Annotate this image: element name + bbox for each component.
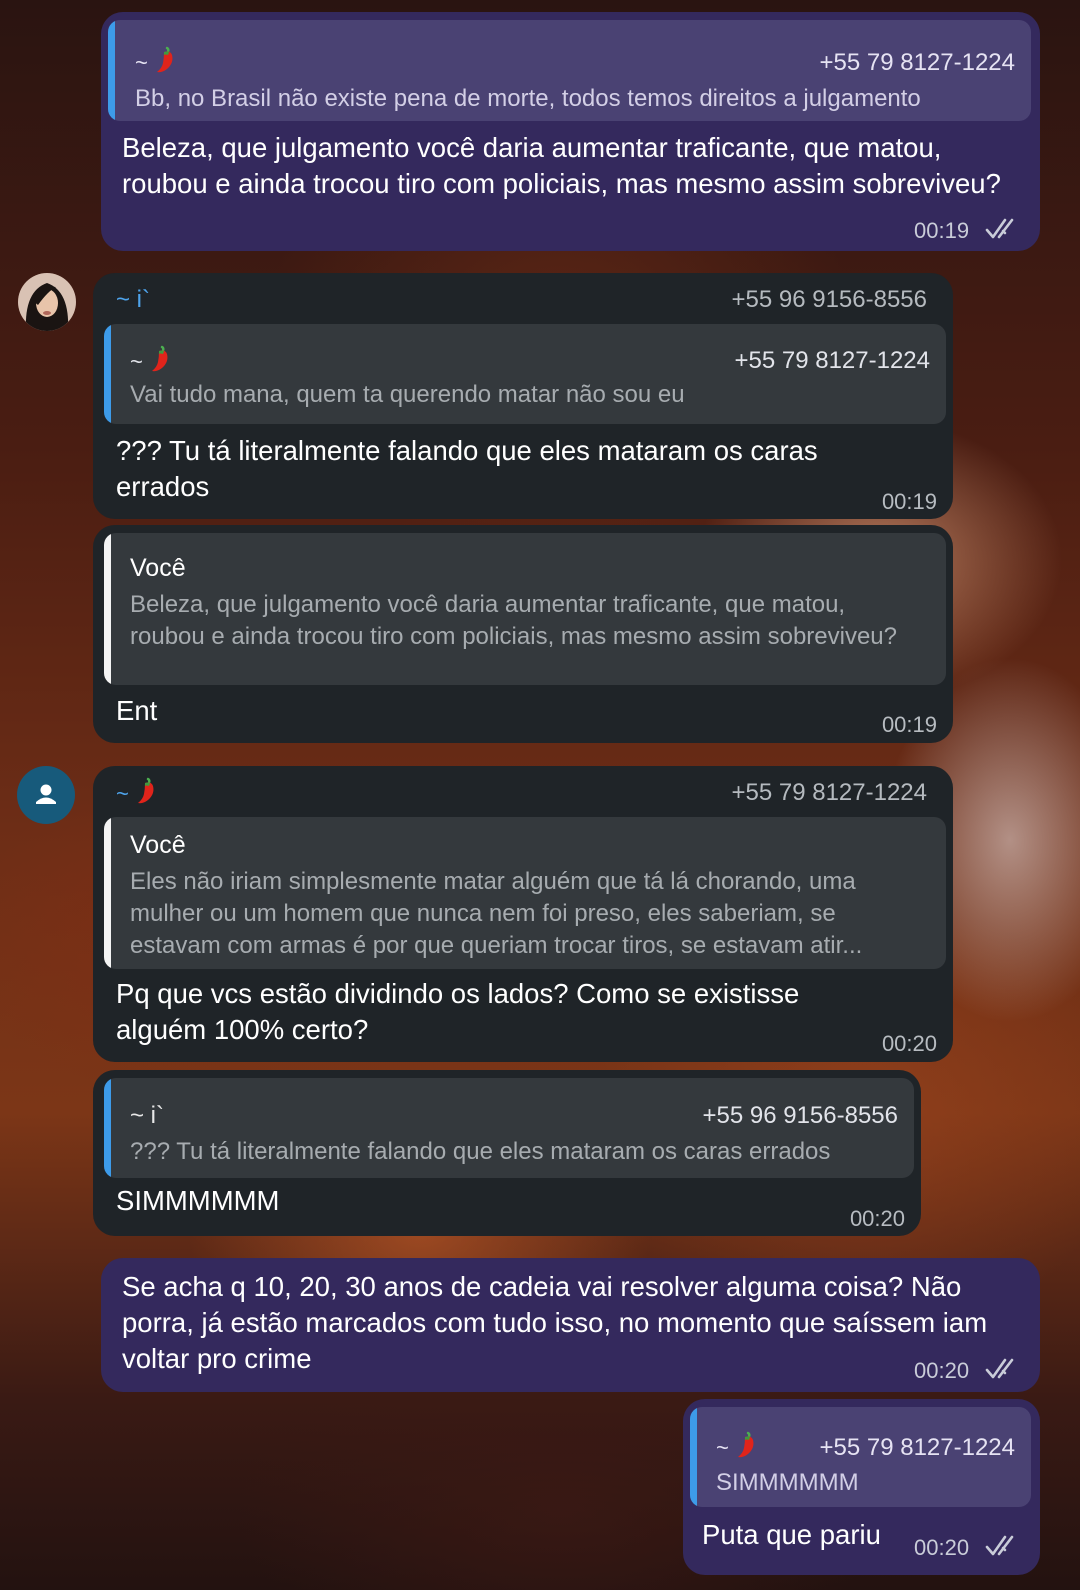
reply-author: ~: [135, 46, 178, 77]
message-bubble-incoming[interactable]: Você Beleza, que julgamento você daria a…: [93, 525, 953, 743]
reply-phone: +55 79 8127-1224: [819, 49, 1015, 76]
reply-preview[interactable]: ~ +55 79 8127-1224 SIMMMMMM: [690, 1407, 1031, 1507]
reply-phone: +55 79 8127-1224: [734, 347, 930, 374]
message-bubble-incoming[interactable]: ~ i` +55 96 9156-8556 ??? Tu tá literalm…: [93, 1070, 921, 1236]
message-time: 00:20: [881, 1031, 937, 1056]
double-check-icon: [985, 1357, 1021, 1381]
reply-author: ~: [130, 345, 173, 376]
reply-accent-bar: [104, 1078, 111, 1178]
message-text: ??? Tu tá literalmente falando que eles …: [116, 435, 818, 502]
sender-avatar[interactable]: [17, 766, 75, 824]
reply-quote-text: SIMMMMMM: [716, 1469, 859, 1496]
message-bubble-outgoing[interactable]: ~ +55 79 8127-1224 Bb, no Brasil não exi…: [101, 12, 1040, 251]
reply-quote-text: Beleza, que julgamento você daria aument…: [130, 591, 898, 650]
message-text: Beleza, que julgamento você daria aument…: [122, 132, 1001, 199]
reply-author: ~: [716, 1431, 759, 1462]
message-bubble-outgoing[interactable]: Se acha q 10, 20, 30 anos de cadeia vai …: [101, 1258, 1040, 1392]
sender-name[interactable]: ~ i`: [116, 286, 150, 314]
sender-avatar[interactable]: [18, 273, 76, 331]
message-text: SIMMMMMM: [116, 1185, 280, 1216]
double-check-icon: [985, 217, 1021, 241]
reply-author: Você: [130, 554, 186, 582]
reply-quote-text: ??? Tu tá literalmente falando que eles …: [130, 1138, 831, 1165]
message-time: 00:20: [849, 1206, 905, 1231]
message-text: Ent: [116, 695, 158, 726]
reply-author: Você: [130, 831, 186, 859]
message-text: Puta que pariu: [702, 1519, 881, 1550]
sender-phone: +55 96 9156-8556: [731, 286, 927, 313]
reply-preview[interactable]: ~ i` +55 96 9156-8556 ??? Tu tá literalm…: [104, 1078, 914, 1178]
reply-accent-bar: [104, 324, 111, 424]
reply-accent-bar: [104, 817, 111, 969]
reply-preview[interactable]: Você Beleza, que julgamento você daria a…: [104, 533, 946, 685]
message-time: 00:19: [881, 712, 937, 737]
reply-accent-bar: [108, 20, 115, 121]
message-bubble-outgoing[interactable]: ~ +55 79 8127-1224 SIMMMMMM Puta que par…: [683, 1399, 1040, 1575]
profile-photo-icon: [18, 273, 76, 331]
reply-quote-text: Eles não iriam simplesmente matar alguém…: [130, 868, 863, 959]
reply-author: ~ i`: [130, 1102, 165, 1129]
sender-phone: +55 79 8127-1224: [731, 779, 927, 806]
reply-phone: +55 96 9156-8556: [702, 1102, 898, 1129]
reply-quote-text: Vai tudo mana, quem ta querendo matar nã…: [130, 381, 685, 408]
message-text: Pq que vcs estão dividindo os lados? Com…: [116, 978, 800, 1045]
message-time: 00:20: [914, 1358, 970, 1383]
reply-quote-text: Bb, no Brasil não existe pena de morte, …: [135, 85, 921, 112]
reply-phone: +55 79 8127-1224: [819, 1434, 1015, 1461]
reply-accent-bar: [104, 533, 111, 685]
reply-accent-bar: [690, 1407, 697, 1507]
message-time: 00:19: [881, 489, 937, 514]
reply-preview[interactable]: Você Eles não iriam simplesmente matar a…: [104, 817, 946, 969]
message-bubble-incoming[interactable]: ~ i` +55 96 9156-8556 ~ +55 79 8127-1224…: [93, 273, 953, 519]
chili-pepper-icon: [135, 777, 159, 805]
message-time: 00:19: [914, 218, 970, 243]
sender-name[interactable]: ~: [116, 777, 159, 808]
message-bubble-incoming[interactable]: ~ +55 79 8127-1224 Você Eles não iriam s…: [93, 766, 953, 1062]
reply-preview[interactable]: ~ +55 79 8127-1224 Vai tudo mana, quem t…: [104, 324, 946, 424]
chili-pepper-icon: [735, 1431, 759, 1459]
double-check-icon: [985, 1534, 1021, 1558]
chili-pepper-icon: [149, 345, 173, 373]
message-text: Se acha q 10, 20, 30 anos de cadeia vai …: [122, 1271, 988, 1374]
person-icon: [36, 784, 56, 804]
chili-pepper-icon: [154, 46, 178, 74]
reply-preview[interactable]: ~ +55 79 8127-1224 Bb, no Brasil não exi…: [108, 20, 1031, 121]
message-time: 00:20: [914, 1535, 970, 1560]
